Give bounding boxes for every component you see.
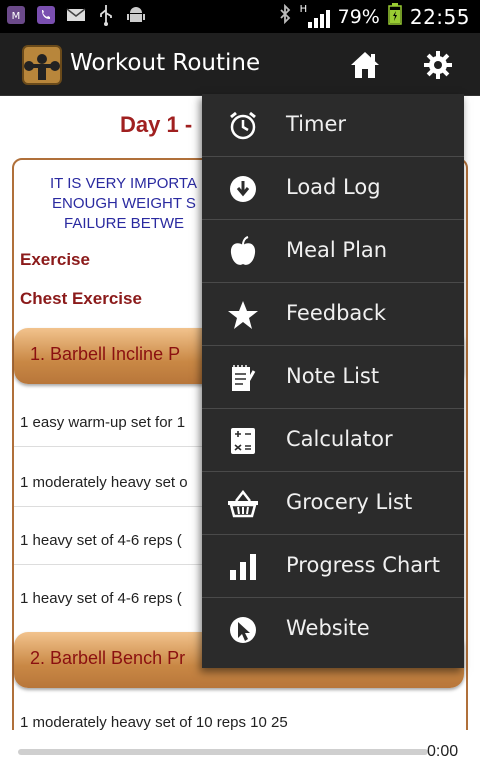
action-bar: Workout Routine: [0, 33, 480, 96]
menu-label: Progress Chart: [286, 553, 441, 577]
notification-icons: M: [6, 4, 146, 26]
chest-exercise-label: Chest Exercise: [20, 289, 142, 308]
menu-item-website[interactable]: Website: [202, 598, 464, 661]
clock: 22:55: [409, 4, 470, 29]
signal-icon: H: [299, 3, 330, 28]
menu-label: Note List: [286, 364, 380, 388]
usb-icon: [96, 4, 116, 26]
star-icon: [226, 298, 260, 332]
menu-label: Calculator: [286, 427, 393, 451]
svg-text:M: M: [12, 11, 21, 22]
status-bar: M H 79% 22:55: [0, 0, 480, 33]
menu-item-calculator[interactable]: Calculator: [202, 409, 464, 472]
notepad-icon: [226, 361, 260, 395]
menu-label: Feedback: [286, 301, 387, 325]
network-type-label: H: [299, 3, 308, 15]
overflow-menu: Timer Load Log Meal Plan Feedback Note L…: [202, 94, 464, 668]
menu-label: Meal Plan: [286, 238, 388, 262]
home-button[interactable]: [345, 47, 385, 83]
download-icon: [226, 172, 260, 206]
alarm-clock-icon: [226, 109, 260, 143]
menu-item-feedback[interactable]: Feedback: [202, 283, 464, 346]
gear-icon: [424, 51, 452, 79]
set-line: 1 heavy set of 4-6 reps (: [20, 590, 182, 607]
exercise-title: 1. Barbell Incline P: [30, 344, 181, 364]
antivirus-icon: M: [6, 4, 26, 26]
calculator-icon: [226, 424, 260, 458]
settings-button[interactable]: [418, 47, 458, 83]
day-title: Day 1 -: [120, 112, 193, 137]
android-icon: [126, 4, 146, 26]
menu-label: Website: [286, 616, 370, 640]
mail-icon: [66, 4, 86, 26]
exercise-label: Exercise: [20, 250, 90, 269]
menu-item-timer[interactable]: Timer: [202, 94, 464, 157]
menu-item-note-list[interactable]: Note List: [202, 346, 464, 409]
app-title: Workout Routine: [70, 50, 261, 76]
set-line: 1 easy warm-up set for 1: [20, 414, 186, 431]
menu-item-meal-plan[interactable]: Meal Plan: [202, 220, 464, 283]
exercise-title: 2. Barbell Bench Pr: [30, 648, 186, 668]
cursor-icon: [226, 613, 260, 647]
viber-icon: [36, 4, 56, 26]
app-logo-icon[interactable]: [22, 45, 62, 85]
system-icons: H 79% 22:55: [278, 0, 470, 33]
apple-icon: [226, 235, 260, 269]
battery-icon: [388, 3, 402, 30]
seek-bar[interactable]: [18, 749, 428, 755]
menu-item-grocery-list[interactable]: Grocery List: [202, 472, 464, 535]
media-bar: 0:00: [0, 730, 480, 769]
bluetooth-icon: [278, 3, 292, 29]
set-line: 1 moderately heavy set o: [20, 474, 188, 491]
menu-label: Load Log: [286, 175, 381, 199]
menu-item-progress-chart[interactable]: Progress Chart: [202, 535, 464, 598]
menu-label: Timer: [286, 112, 347, 136]
set-line-partial: 1 moderately heavy set of 10 reps 10 25: [20, 714, 288, 730]
media-time: 0:00: [427, 743, 459, 760]
set-line: 1 heavy set of 4-6 reps (: [20, 532, 182, 549]
home-icon: [351, 52, 379, 78]
basket-icon: [226, 487, 260, 521]
menu-item-load-log[interactable]: Load Log: [202, 157, 464, 220]
bar-chart-icon: [226, 550, 260, 584]
battery-percent: 79%: [337, 5, 380, 28]
menu-label: Grocery List: [286, 490, 413, 514]
